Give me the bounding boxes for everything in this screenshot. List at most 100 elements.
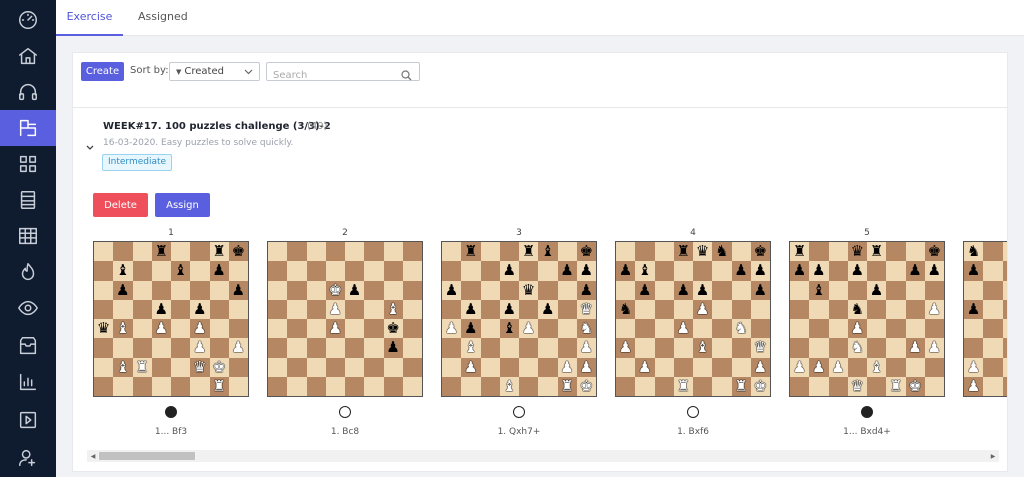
board-square [268, 242, 288, 262]
board-square [886, 338, 906, 358]
assign-button[interactable]: Assign [155, 193, 210, 217]
chess-board[interactable]: ♜ ♛ ♞ ♚ ♟ ♝ ♟ ♟ ♟ ♟ ♟ ♟ ♞ ♟ ♟ ♞ ♟ ♝ ♛ ♟ ♟ ♜ ♜ ♚ [615, 241, 771, 397]
chess-piece: ♚ [383, 319, 403, 339]
chess-piece: ♛ [519, 280, 539, 300]
chess-piece: ♜ [132, 357, 152, 377]
board-square [442, 242, 462, 262]
board-square [1002, 357, 1007, 377]
board-square [828, 338, 848, 358]
board-square [538, 280, 558, 300]
headphones-icon[interactable] [0, 74, 56, 110]
chess-piece: ♟ [750, 357, 770, 377]
board-square [268, 357, 288, 377]
board-square [886, 242, 906, 262]
table-icon[interactable] [0, 218, 56, 254]
speedometer-icon[interactable] [0, 2, 56, 38]
chess-piece: ♞ [847, 299, 867, 319]
solution-move: 1... Bxd4+ [843, 427, 891, 437]
chess-piece: ♟ [190, 299, 210, 319]
list-icon[interactable] [0, 182, 56, 218]
board-square [268, 299, 288, 319]
inbox-icon[interactable] [0, 328, 56, 364]
level-badge: Intermediate [102, 154, 173, 171]
board-square [480, 357, 500, 377]
board-square [616, 376, 636, 396]
chess-piece: ♝ [113, 357, 133, 377]
search-input[interactable] [267, 67, 387, 84]
chess-piece: ♟ [383, 338, 403, 358]
board-square [867, 376, 887, 396]
board-square [616, 242, 636, 262]
chess-piece: ♟ [964, 376, 984, 396]
search-icon[interactable] [401, 66, 412, 85]
board-square [790, 319, 810, 339]
board-square [1002, 261, 1007, 281]
chess-piece: ♟ [828, 357, 848, 377]
board-square [712, 376, 732, 396]
board-square [480, 299, 500, 319]
board-square [94, 357, 114, 377]
board-square [673, 357, 693, 377]
user-add-icon[interactable] [0, 440, 56, 476]
board-square [306, 338, 326, 358]
board-square [402, 376, 422, 396]
chess-piece: ♟ [228, 338, 248, 358]
board-square [268, 376, 288, 396]
board-square [171, 376, 191, 396]
chess-board[interactable]: ♞ ♟ ♟ ♟ ♟ [963, 241, 1007, 397]
chess-piece: ♝ [809, 280, 829, 300]
exercise-title[interactable]: WEEK#17. 100 puzzles challenge (3/3)-2 [103, 121, 331, 132]
scrollbar-thumb[interactable] [99, 452, 195, 460]
board-square [983, 338, 1003, 358]
scroll-right-icon[interactable]: ▶ [987, 450, 999, 462]
chess-piece: ♝ [171, 261, 191, 281]
board-square [364, 357, 384, 377]
chess-board[interactable]: ♚ ♟ ♟ ♝ ♟ ♚ ♟ [267, 241, 423, 397]
board-square [983, 376, 1003, 396]
chess-board[interactable]: ♜ ♜ ♝ ♚ ♟ ♟ ♟ ♟ ♛ ♟ ♟ ♟ ♟ ♛ ♟ ♟ ♝ ♟ ♞ ♝ ♟ ♟ ♟ ♟ ♝ ♜ ♚ [441, 241, 597, 397]
board-square [306, 280, 326, 300]
sort-select[interactable]: ▼ Created [169, 62, 260, 81]
chess-piece: ♝ [635, 261, 655, 281]
board-square [306, 319, 326, 339]
board-square [828, 319, 848, 339]
puzzle-board-icon[interactable] [0, 110, 56, 146]
play-icon[interactable] [0, 402, 56, 438]
board-square [287, 376, 307, 396]
board-square [616, 319, 636, 339]
board-square [364, 242, 384, 262]
tab-exercise[interactable]: Exercise [56, 0, 123, 36]
chess-piece: ♟ [693, 280, 713, 300]
board-square [306, 376, 326, 396]
chess-board[interactable]: ♜ ♜ ♚ ♝ ♝ ♟ ♟ ♟ ♟ ♟ ♛ ♝ ♟ ♟ ♟ ♟ ♝ ♜ ♛ ♚ ♜ [93, 241, 249, 397]
board-square [94, 376, 114, 396]
chess-piece: ♛ [847, 376, 867, 396]
create-button[interactable]: Create [81, 62, 124, 81]
board-square [828, 261, 848, 281]
board-square [867, 261, 887, 281]
board-square [693, 319, 713, 339]
grid-icon[interactable] [0, 146, 56, 182]
bar-chart-icon[interactable] [0, 364, 56, 400]
delete-button[interactable]: Delete [93, 193, 148, 217]
horizontal-scrollbar[interactable]: ◀ ▶ [87, 450, 999, 462]
puzzle-number: 1 [168, 228, 174, 238]
chess-board[interactable]: ♜ ♛ ♜ ♚ ♟ ♟ ♟ ♟ ♟ ♝ ♟ ♞ ♟ ♟ ♞ ♟ ♟ ♟ ♟ ♟ ♝ ♛ ♜ ♚ [789, 241, 945, 397]
chess-piece: ♟ [731, 261, 751, 281]
board-square [847, 280, 867, 300]
board-square [693, 376, 713, 396]
scroll-left-icon[interactable]: ◀ [87, 450, 99, 462]
board-square [905, 319, 925, 339]
board-square [538, 319, 558, 339]
flame-icon[interactable] [0, 254, 56, 290]
collapse-chevron-icon[interactable] [85, 138, 95, 150]
chess-piece: ♟ [616, 261, 636, 281]
board-square [673, 299, 693, 319]
eye-icon[interactable] [0, 290, 56, 326]
tab-assigned[interactable]: Assigned [138, 0, 188, 36]
board-square [345, 299, 365, 319]
home-icon[interactable] [0, 38, 56, 74]
side-to-move-indicator [513, 406, 525, 418]
board-square [654, 376, 674, 396]
chess-piece: ♚ [905, 376, 925, 396]
